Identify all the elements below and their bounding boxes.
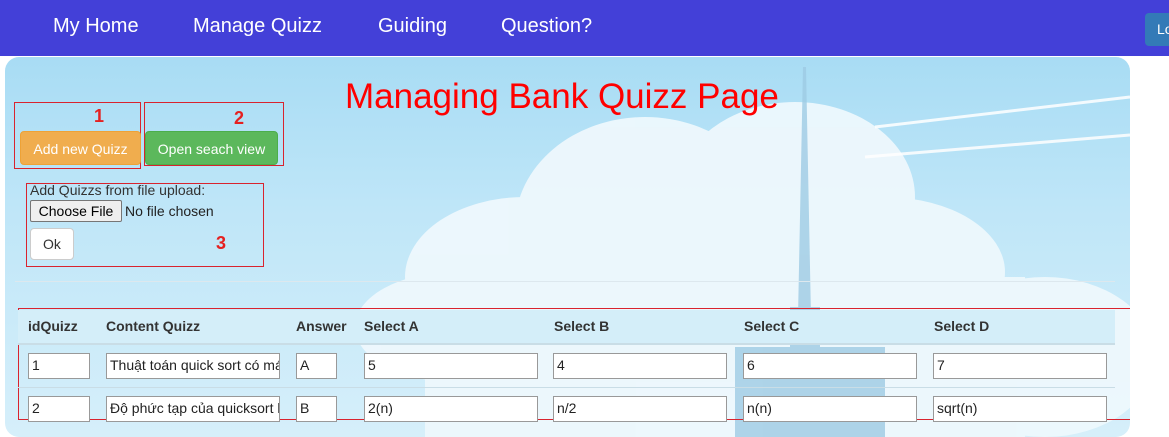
row1-select-d-input[interactable]: 7 (933, 353, 1107, 379)
header-select-d: Select D (934, 318, 990, 334)
open-search-view-button[interactable]: Open seach view (145, 131, 278, 165)
annotation-marker-3: 3 (216, 233, 227, 253)
header-idquizz: idQuizz (28, 318, 78, 334)
nav-manage-quizz[interactable]: Manage Quizz (193, 15, 322, 38)
file-status-text: No file chosen (125, 203, 214, 219)
row2-select-a-input[interactable]: 2(n) (364, 396, 538, 422)
row1-content-input[interactable]: Thuật toán quick sort có má (106, 353, 280, 379)
header-content-quizz: Content Quizz (106, 318, 201, 334)
add-new-quizz-button[interactable]: Add new Quizz (20, 131, 141, 165)
row2-answer-input[interactable]: B (296, 396, 337, 422)
row1-select-c-input[interactable]: 6 (743, 353, 917, 379)
annotation-marker-2: 2 (234, 108, 245, 128)
header-select-b: Select B (554, 318, 610, 334)
upload-ok-button[interactable]: Ok (30, 228, 74, 260)
row2-select-d-input[interactable]: sqrt(n) (933, 396, 1107, 422)
header-answer: Answer (296, 318, 347, 334)
top-navbar: My Home Manage Quizz Guiding Question? L… (0, 0, 1169, 56)
row1-select-b-input[interactable]: 4 (553, 353, 727, 379)
row1-id-input[interactable]: 1 (28, 353, 90, 379)
row-divider (18, 387, 1115, 388)
row2-select-b-input[interactable]: n/2 (553, 396, 727, 422)
header-select-c: Select C (744, 318, 800, 334)
login-button[interactable]: Lo (1145, 13, 1169, 46)
row1-select-a-input[interactable]: 5 (364, 353, 538, 379)
nav-my-home[interactable]: My Home (53, 15, 139, 38)
row2-select-c-input[interactable]: n(n) (743, 396, 917, 422)
section-divider (15, 281, 1115, 282)
header-select-a: Select A (364, 318, 419, 334)
annotation-marker-1: 1 (94, 106, 105, 126)
main-panel: Managing Bank Quizz Page 1 2 3 4 Add new… (5, 57, 1130, 437)
nav-guiding[interactable]: Guiding (378, 15, 447, 38)
row2-id-input[interactable]: 2 (28, 396, 90, 422)
row2-content-input[interactable]: Độ phức tạp của quicksort l (106, 396, 280, 422)
nav-question[interactable]: Question? (501, 15, 592, 38)
upload-label: Add Quizzs from file upload: (30, 182, 206, 198)
page-title: Managing Bank Quizz Page (345, 77, 779, 116)
row1-answer-input[interactable]: A (296, 353, 337, 379)
choose-file-button[interactable]: Choose File (30, 200, 122, 222)
